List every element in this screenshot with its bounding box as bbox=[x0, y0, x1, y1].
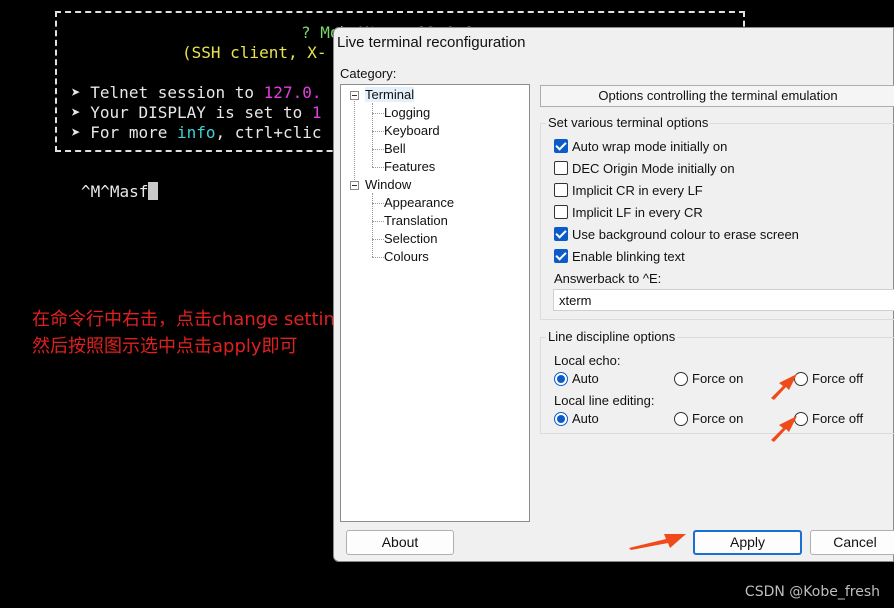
about-button[interactable]: About bbox=[346, 530, 454, 555]
annotation-arrow-icon bbox=[771, 416, 797, 442]
local-edit-auto-label[interactable]: Auto bbox=[572, 411, 599, 426]
auto-wrap-checkbox[interactable] bbox=[554, 139, 568, 153]
reconfiguration-dialog: Live terminal reconfiguration Category: … bbox=[333, 27, 894, 562]
local-edit-auto-radio[interactable] bbox=[554, 412, 568, 426]
implicit-lf-label[interactable]: Implicit LF in every CR bbox=[572, 205, 703, 220]
implicit-cr-checkbox[interactable] bbox=[554, 183, 568, 197]
blinking-text-checkbox[interactable] bbox=[554, 249, 568, 263]
local-echo-auto-label[interactable]: Auto bbox=[572, 371, 599, 386]
bullet-icon: ➤ bbox=[71, 123, 81, 142]
terminal-prompt[interactable]: ^M^Masf bbox=[81, 182, 159, 201]
banner-line-text: Telnet session to bbox=[90, 83, 264, 102]
prompt-text: ^M^Masf bbox=[81, 182, 149, 201]
tree-item-selection[interactable]: Selection bbox=[384, 231, 437, 246]
banner-line-text: , ctrl+clic bbox=[215, 123, 322, 142]
banner-line-telnet: ➤ Telnet session to 127.0. bbox=[71, 83, 321, 102]
apply-button[interactable]: Apply bbox=[693, 530, 802, 555]
local-edit-force-off-label[interactable]: Force off bbox=[812, 411, 863, 426]
local-edit-force-on-radio[interactable] bbox=[674, 412, 688, 426]
tree-item-features[interactable]: Features bbox=[384, 159, 435, 174]
panel-header: Options controlling the terminal emulati… bbox=[540, 85, 894, 107]
dialog-title: Live terminal reconfiguration bbox=[337, 34, 526, 51]
tree-item-terminal[interactable]: Terminal bbox=[365, 87, 415, 102]
tree-item-translation[interactable]: Translation bbox=[384, 213, 448, 228]
annotation-arrow-icon bbox=[771, 374, 797, 400]
banner-line-display: ➤ Your DISPLAY is set to 1 bbox=[71, 103, 321, 122]
cancel-button[interactable]: Cancel bbox=[810, 530, 894, 555]
bg-erase-label[interactable]: Use background colour to erase screen bbox=[572, 227, 799, 242]
tree-item-window[interactable]: Window bbox=[365, 177, 411, 192]
annotation-line-2: 然后按照图示选中点击apply即可 bbox=[32, 336, 298, 357]
tree-item-appearance[interactable]: Appearance bbox=[384, 195, 454, 210]
local-echo-force-off-label[interactable]: Force off bbox=[812, 371, 863, 386]
bg-erase-checkbox[interactable] bbox=[554, 227, 568, 241]
banner-line-value: 127.0. bbox=[263, 83, 322, 102]
tree-item-logging[interactable]: Logging bbox=[384, 105, 430, 120]
tree-item-colours[interactable]: Colours bbox=[384, 249, 429, 264]
auto-wrap-label[interactable]: Auto wrap mode initially on bbox=[572, 139, 727, 154]
terminal-options-legend: Set various terminal options bbox=[546, 115, 711, 130]
category-label: Category: bbox=[340, 66, 397, 81]
tree-item-keyboard[interactable]: Keyboard bbox=[384, 123, 440, 138]
implicit-lf-checkbox[interactable] bbox=[554, 205, 568, 219]
blinking-text-label[interactable]: Enable blinking text bbox=[572, 249, 685, 264]
banner-line-value: 1 bbox=[311, 103, 322, 122]
banner-line-text: Your DISPLAY is set to bbox=[90, 103, 312, 122]
category-tree[interactable]: Terminal Logging Keyboard Bell Features … bbox=[340, 84, 530, 522]
line-discipline-legend: Line discipline options bbox=[546, 329, 678, 344]
answerback-input[interactable]: xterm bbox=[553, 289, 894, 311]
collapse-icon[interactable] bbox=[350, 181, 359, 190]
banner-line-text: For more bbox=[90, 123, 177, 142]
local-echo-force-on-label[interactable]: Force on bbox=[692, 371, 743, 386]
dec-origin-checkbox[interactable] bbox=[554, 161, 568, 175]
bullet-icon: ➤ bbox=[71, 83, 81, 102]
terminal-cursor bbox=[148, 182, 159, 200]
collapse-icon[interactable] bbox=[350, 91, 359, 100]
local-echo-label: Local echo: bbox=[554, 353, 621, 368]
watermark: CSDN @Kobe_fresh bbox=[744, 584, 880, 600]
local-edit-force-on-label[interactable]: Force on bbox=[692, 411, 743, 426]
local-edit-label: Local line editing: bbox=[554, 393, 655, 408]
annotation-arrow-icon bbox=[629, 534, 686, 550]
tree-item-bell[interactable]: Bell bbox=[384, 141, 406, 156]
local-echo-force-on-radio[interactable] bbox=[674, 372, 688, 386]
answerback-label: Answerback to ^E: bbox=[554, 271, 662, 286]
dec-origin-label[interactable]: DEC Origin Mode initially on bbox=[572, 161, 735, 176]
banner-line-info: ➤ For more info, ctrl+clic bbox=[71, 123, 321, 142]
info-link[interactable]: info bbox=[177, 123, 216, 142]
bullet-icon: ➤ bbox=[71, 103, 81, 122]
local-echo-auto-radio[interactable] bbox=[554, 372, 568, 386]
implicit-cr-label[interactable]: Implicit CR in every LF bbox=[572, 183, 703, 198]
banner-subtitle: (SSH client, X- bbox=[182, 43, 327, 62]
